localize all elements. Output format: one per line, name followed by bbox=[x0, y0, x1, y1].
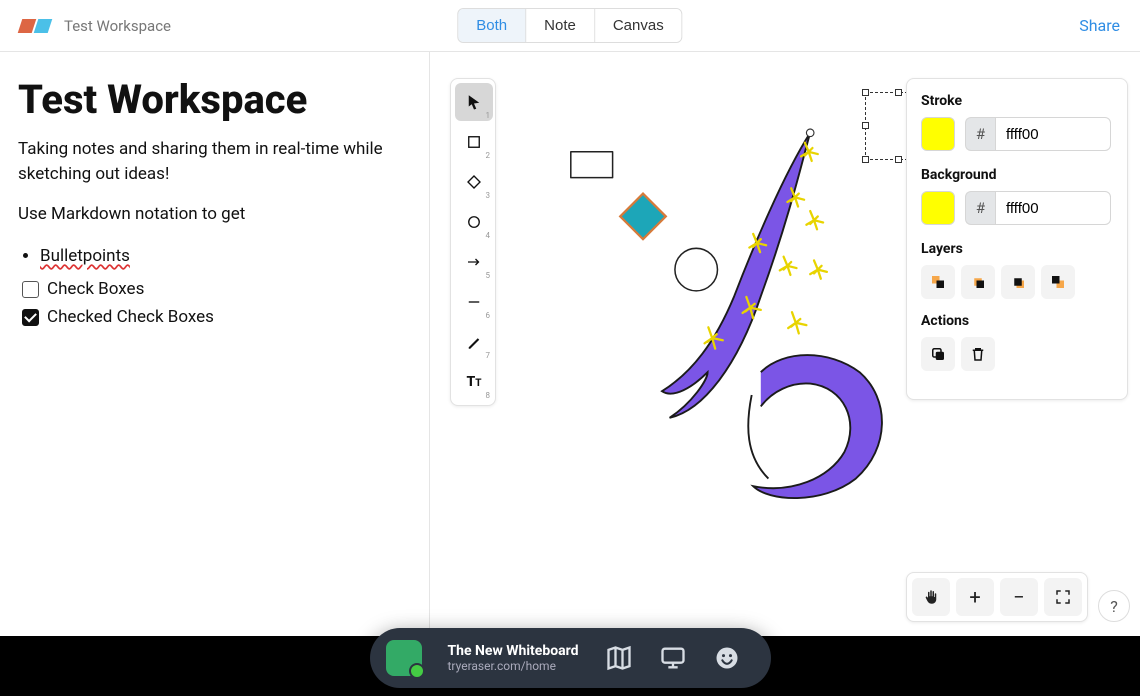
dock: The New Whiteboard tryeraser.com/home bbox=[370, 628, 771, 688]
square-icon bbox=[465, 133, 483, 151]
diamond-icon bbox=[465, 173, 483, 191]
tab-note[interactable]: Note bbox=[526, 9, 595, 42]
arrow-icon bbox=[465, 253, 483, 271]
layer-bring-to-front[interactable] bbox=[1041, 265, 1075, 299]
hash-label: # bbox=[965, 117, 995, 151]
cursor-icon bbox=[465, 93, 483, 111]
stroke-hex-input[interactable] bbox=[995, 117, 1111, 151]
checkbox-label-1: Check Boxes bbox=[47, 279, 144, 299]
zoom-in-button[interactable]: + bbox=[956, 578, 994, 616]
text-icon: TT bbox=[466, 374, 481, 390]
avatar[interactable] bbox=[386, 640, 422, 676]
tool-hotkey: 3 bbox=[486, 191, 491, 200]
canvas-drawing[interactable] bbox=[510, 62, 890, 576]
actions-label: Actions bbox=[921, 313, 1113, 329]
share-button[interactable]: Share bbox=[1079, 16, 1120, 35]
bullet-item: Bulletpoints bbox=[40, 246, 130, 266]
note-body: Taking notes and sharing them in real-ti… bbox=[18, 137, 409, 186]
canvas-pane[interactable]: 1 2 3 4 5 6 7 bbox=[430, 52, 1140, 636]
tool-diamond[interactable]: 3 bbox=[455, 163, 493, 201]
stroke-label: Stroke bbox=[921, 93, 1113, 109]
layers-label: Layers bbox=[921, 241, 1113, 257]
background-swatch[interactable] bbox=[921, 191, 955, 225]
tool-hotkey: 2 bbox=[486, 151, 491, 160]
tool-draw[interactable]: 7 bbox=[455, 323, 493, 361]
tool-hotkey: 1 bbox=[486, 111, 491, 120]
layer-send-backward[interactable] bbox=[961, 265, 995, 299]
tab-both[interactable]: Both bbox=[458, 9, 526, 42]
page-title: Test Workspace bbox=[18, 76, 409, 123]
view-tab-bar: Both Note Canvas bbox=[457, 8, 682, 43]
background-label: Background bbox=[921, 167, 1113, 183]
note-intro: Use Markdown notation to get bbox=[18, 202, 409, 227]
hash-label: # bbox=[965, 191, 995, 225]
circle-icon bbox=[465, 213, 483, 231]
tool-text[interactable]: TT 8 bbox=[455, 363, 493, 401]
fullscreen-button[interactable] bbox=[1044, 578, 1082, 616]
viewport-controls: + − bbox=[906, 572, 1088, 622]
pan-button[interactable] bbox=[912, 578, 950, 616]
stroke-swatch[interactable] bbox=[921, 117, 955, 151]
drawing-svg bbox=[510, 62, 890, 576]
delete-button[interactable] bbox=[961, 337, 995, 371]
tool-rectangle[interactable]: 2 bbox=[455, 123, 493, 161]
bottom-bar: The New Whiteboard tryeraser.com/home bbox=[0, 636, 1140, 696]
tool-palette: 1 2 3 4 5 6 7 bbox=[450, 78, 496, 406]
duplicate-button[interactable] bbox=[921, 337, 955, 371]
tab-canvas[interactable]: Canvas bbox=[595, 9, 682, 42]
tool-hotkey: 7 bbox=[486, 351, 491, 360]
tool-line[interactable]: 6 bbox=[455, 283, 493, 321]
tool-hotkey: 8 bbox=[486, 391, 491, 400]
tool-hotkey: 5 bbox=[486, 271, 491, 280]
tool-ellipse[interactable]: 4 bbox=[455, 203, 493, 241]
app-logo bbox=[20, 19, 50, 33]
tool-hotkey: 6 bbox=[486, 311, 491, 320]
line-icon bbox=[465, 293, 483, 311]
layer-bring-forward[interactable] bbox=[1001, 265, 1035, 299]
tool-select[interactable]: 1 bbox=[455, 83, 493, 121]
pencil-icon bbox=[465, 333, 483, 351]
dock-title: The New Whiteboard bbox=[448, 643, 579, 659]
checkbox-unchecked[interactable] bbox=[22, 281, 39, 298]
help-button[interactable]: ? bbox=[1098, 590, 1130, 622]
hand-icon bbox=[922, 588, 940, 606]
zoom-out-button[interactable]: − bbox=[1000, 578, 1038, 616]
fullscreen-icon bbox=[1054, 588, 1072, 606]
checkbox-label-2: Checked Check Boxes bbox=[47, 307, 214, 327]
workspace-name[interactable]: Test Workspace bbox=[64, 17, 171, 35]
map-icon[interactable] bbox=[605, 644, 633, 672]
layer-send-to-back[interactable] bbox=[921, 265, 955, 299]
properties-panel: Stroke # Background # Layers Actions bbox=[906, 78, 1128, 400]
smiley-icon[interactable] bbox=[713, 644, 741, 672]
note-pane[interactable]: Test Workspace Taking notes and sharing … bbox=[0, 52, 430, 636]
dock-subtitle: tryeraser.com/home bbox=[448, 659, 579, 673]
monitor-icon[interactable] bbox=[659, 644, 687, 672]
tool-arrow[interactable]: 5 bbox=[455, 243, 493, 281]
checkbox-checked[interactable] bbox=[22, 309, 39, 326]
background-hex-input[interactable] bbox=[995, 191, 1111, 225]
tool-hotkey: 4 bbox=[486, 231, 491, 240]
